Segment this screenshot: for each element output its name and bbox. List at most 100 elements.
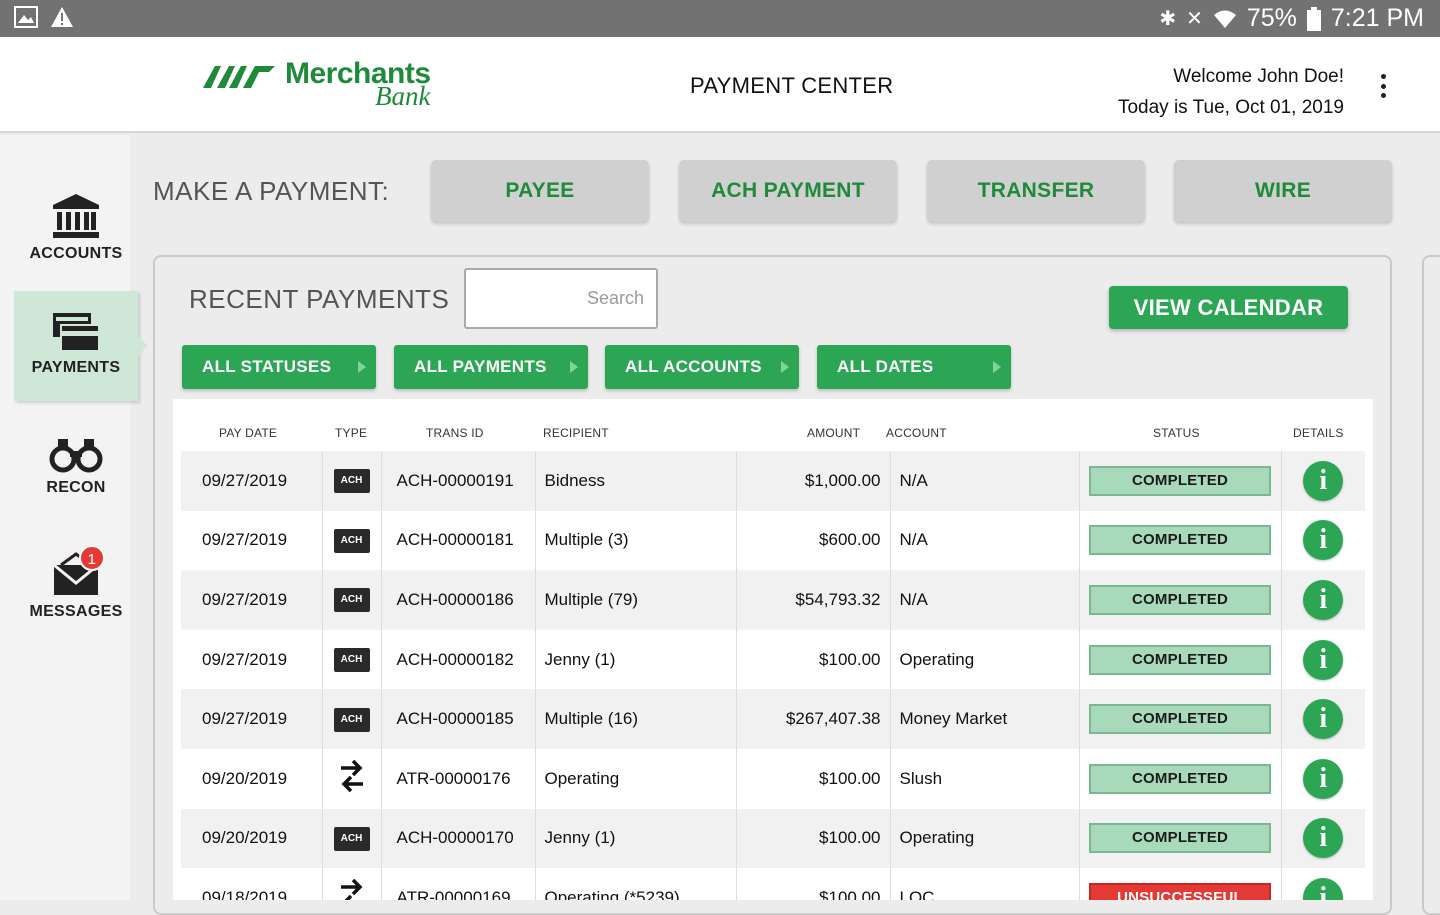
cell-pay-date: 09/18/2019: [181, 868, 323, 900]
filter-all-payments[interactable]: ALL PAYMENTS: [394, 345, 588, 389]
cell-recipient: Multiple (79): [535, 570, 737, 630]
wire-button[interactable]: WIRE: [1174, 160, 1392, 222]
transfer-arrows-icon: [340, 879, 362, 900]
info-icon[interactable]: i: [1303, 877, 1344, 900]
table-row[interactable]: 09/27/2019 ACH ACH-00000191 Bidness $1,0…: [181, 451, 1365, 511]
sidebar-item-label: PAYMENTS: [31, 359, 121, 376]
info-icon[interactable]: i: [1303, 520, 1344, 561]
ach-payment-button[interactable]: ACH PAYMENT: [679, 160, 897, 222]
bluetooth-icon: ✱: [1159, 8, 1177, 30]
cell-trans-id: ACH-00000186: [381, 570, 536, 630]
filter-all-dates[interactable]: ALL DATES: [817, 345, 1011, 389]
warning-icon: [50, 6, 74, 28]
info-icon[interactable]: i: [1303, 639, 1344, 680]
status-badge: COMPLETED: [1089, 823, 1271, 854]
col-amount: AMOUNT: [807, 426, 861, 440]
table-row[interactable]: 09/27/2019 ACH ACH-00000182 Jenny (1) $1…: [181, 629, 1365, 690]
table-row[interactable]: 09/18/2019 ATR-00000169 Operating (*5239…: [181, 868, 1365, 900]
welcome-text: Welcome John Doe!: [1173, 66, 1344, 87]
table-header: PAY DATE TYPE TRANS ID RECIPIENT AMOUNT …: [181, 426, 1365, 442]
cell-account: LOC: [890, 868, 1080, 900]
bank-icon: [53, 194, 99, 238]
ach-type-icon: ACH: [333, 648, 370, 673]
cell-account: N/A: [890, 510, 1080, 571]
filter-label: ALL PAYMENTS: [414, 357, 547, 376]
cell-pay-date: 09/20/2019: [181, 748, 323, 809]
filter-all-statuses[interactable]: ALL STATUSES: [182, 345, 376, 389]
sidebar-item-payments[interactable]: PAYMENTS: [14, 291, 148, 401]
info-icon[interactable]: i: [1303, 579, 1344, 620]
status-badge: COMPLETED: [1089, 465, 1271, 496]
cell-pay-date: 09/27/2019: [181, 629, 323, 690]
unread-badge: 1: [79, 545, 105, 571]
gallery-icon: [14, 6, 38, 28]
cell-pay-date: 09/27/2019: [181, 510, 323, 571]
ach-type-icon: ACH: [333, 707, 370, 732]
cell-details: i: [1281, 629, 1365, 690]
overflow-menu-icon[interactable]: [1373, 71, 1393, 101]
cell-details: i: [1281, 868, 1365, 900]
cell-amount: $600.00: [736, 510, 891, 571]
sidebar-item-recon[interactable]: RECON: [14, 437, 138, 497]
battery-icon: [1306, 6, 1321, 31]
make-payment-label: MAKE A PAYMENT:: [153, 176, 390, 206]
logo-mark-icon: [203, 66, 275, 88]
cell-amount: $54,793.32: [736, 570, 891, 630]
cell-pay-date: 09/20/2019: [181, 808, 323, 869]
sidebar-item-messages[interactable]: 1 MESSAGES: [14, 545, 138, 621]
cell-trans-id: ACH-00000185: [381, 689, 536, 749]
triangle-right-icon: [570, 361, 578, 373]
cell-trans-id: ACH-00000182: [381, 629, 536, 690]
status-badge: COMPLETED: [1089, 704, 1271, 735]
battery-percent: 75%: [1246, 4, 1297, 32]
merchants-bank-logo: Merchants Bank: [203, 59, 431, 110]
app-header: Merchants Bank PAYMENT CENTER Welcome Jo…: [0, 37, 1440, 133]
info-icon[interactable]: i: [1303, 460, 1344, 501]
ach-type-icon: ACH: [333, 469, 370, 494]
mute-icon: ✕: [1186, 8, 1203, 30]
search-input[interactable]: [464, 268, 658, 329]
sidebar-item-accounts[interactable]: ACCOUNTS: [14, 193, 138, 263]
transfer-arrows-icon: [340, 760, 363, 793]
cell-recipient: Jenny (1): [535, 629, 737, 690]
payee-button[interactable]: PAYEE: [431, 160, 649, 222]
table-row[interactable]: 09/20/2019 ATR-00000176 Operating $100.0…: [181, 748, 1365, 809]
table-row[interactable]: 09/27/2019 ACH ACH-00000186 Multiple (79…: [181, 570, 1365, 630]
table-row[interactable]: 09/27/2019 ACH ACH-00000185 Multiple (16…: [181, 689, 1365, 749]
triangle-right-icon: [358, 361, 366, 373]
system-status-bar: ✱ ✕ 75% 7:21 PM: [0, 0, 1440, 37]
filter-label: ALL ACCOUNTS: [625, 357, 762, 376]
status-badge: UNSUCCESSFUL: [1089, 882, 1271, 900]
payments-table: PAY DATE TYPE TRANS ID RECIPIENT AMOUNT …: [173, 399, 1373, 900]
cell-status: COMPLETED: [1079, 808, 1282, 869]
info-icon[interactable]: i: [1303, 758, 1344, 799]
transfer-button[interactable]: TRANSFER: [927, 160, 1145, 222]
cell-trans-id: ACH-00000170: [381, 808, 536, 869]
ach-type-icon: ACH: [333, 826, 370, 851]
info-icon[interactable]: i: [1303, 818, 1344, 859]
info-icon[interactable]: i: [1303, 699, 1344, 740]
payments-icon: [53, 313, 100, 352]
table-row[interactable]: 09/27/2019 ACH ACH-00000181 Multiple (3)…: [181, 510, 1365, 571]
cell-details: i: [1281, 808, 1365, 869]
cell-trans-id: ATR-00000169: [381, 868, 536, 900]
col-account: ACCOUNT: [886, 426, 947, 440]
col-recipient: RECIPIENT: [543, 426, 609, 440]
col-pay-date: PAY DATE: [219, 426, 278, 440]
cell-account: N/A: [890, 570, 1080, 630]
binoculars-icon: [49, 439, 103, 473]
cell-recipient: Bidness: [535, 451, 737, 511]
filter-all-accounts[interactable]: ALL ACCOUNTS: [605, 345, 799, 389]
status-badge: COMPLETED: [1089, 763, 1271, 794]
filter-label: ALL DATES: [837, 357, 934, 376]
col-trans-id: TRANS ID: [426, 426, 484, 440]
cell-type: [322, 868, 382, 900]
cell-recipient: Multiple (16): [535, 689, 737, 749]
cell-account: Operating: [890, 629, 1080, 690]
cell-pay-date: 09/27/2019: [181, 451, 323, 511]
view-calendar-button[interactable]: VIEW CALENDAR: [1109, 286, 1348, 329]
cell-amount: $100.00: [736, 629, 891, 690]
table-row[interactable]: 09/20/2019 ACH ACH-00000170 Jenny (1) $1…: [181, 808, 1365, 869]
cell-amount: $100.00: [736, 808, 891, 869]
clock: 7:21 PM: [1330, 4, 1424, 32]
